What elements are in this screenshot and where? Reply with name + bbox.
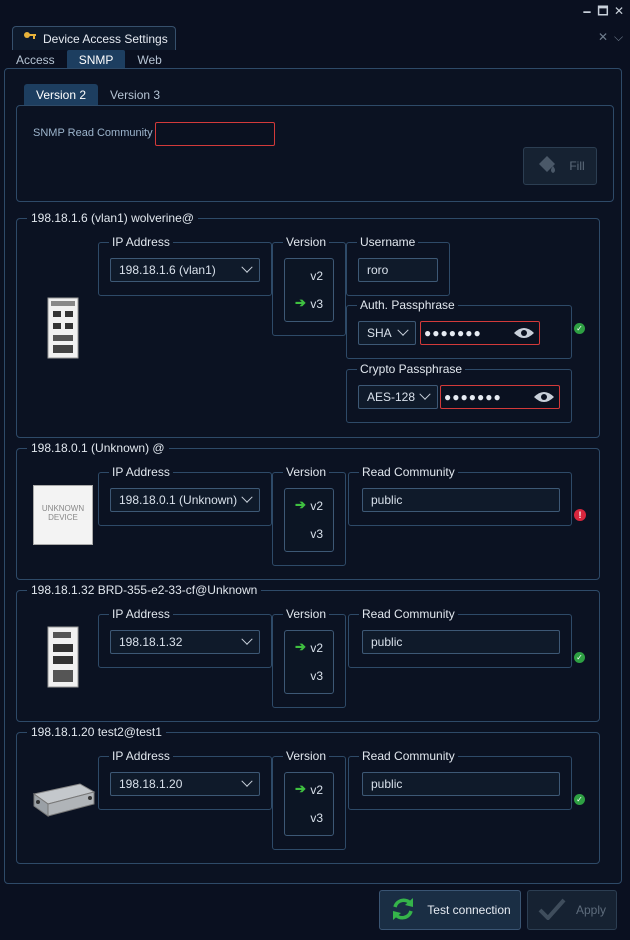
auth-algo-select[interactable]: SHA (358, 321, 416, 345)
ip-address-label: IP Address (109, 607, 173, 621)
version-label: Version (283, 465, 330, 479)
tab-snmp[interactable]: SNMP (66, 50, 126, 70)
version-selector[interactable]: ➔ v2 v3 (284, 630, 334, 694)
version-selector[interactable]: ➔ v2 v3 (284, 488, 334, 552)
document-tab[interactable]: Device Access Settings (12, 26, 176, 50)
version-label: Version (283, 235, 330, 249)
minimize-button[interactable]: 🗕 (580, 4, 594, 18)
read-community-input[interactable]: public (362, 630, 560, 654)
read-community-label: Read Community (359, 465, 458, 479)
ip-address-value: 198.18.0.1 (Unknown) (119, 493, 238, 507)
apply-label: Apply (575, 903, 607, 917)
fill-label: Fill (569, 159, 585, 173)
read-community-input[interactable]: public (362, 488, 560, 512)
crypto-algo-value: AES-128 (367, 390, 416, 404)
version-option-v3[interactable]: v3 (310, 527, 323, 541)
status-ok-icon: ✓ (574, 794, 585, 805)
tab-version-2[interactable]: Version 2 (24, 84, 99, 106)
device-image (47, 626, 79, 691)
snmp-read-community-input[interactable] (155, 122, 275, 146)
read-community-label: Read Community (359, 607, 458, 621)
username-label: Username (357, 235, 419, 249)
ip-address-select[interactable]: 198.18.1.6 (vlan1) (110, 258, 260, 282)
read-community-input[interactable]: public (362, 772, 560, 796)
chevron-down-icon (419, 388, 431, 400)
pane-collapse-icon[interactable]: ⌵ (614, 30, 623, 45)
device-title: 198.18.0.1 (Unknown) @ (27, 441, 169, 455)
version-label: Version (283, 749, 330, 763)
maximize-button[interactable]: 🗖 (596, 4, 610, 18)
version-label: Version (283, 607, 330, 621)
selected-arrow-icon: ➔ (295, 781, 306, 796)
auth-algo-value: SHA (367, 326, 392, 340)
version-selector[interactable]: v2 ➔ v3 (284, 258, 334, 322)
version-option-v3[interactable]: v3 (310, 811, 323, 825)
ip-address-value: 198.18.1.32 (119, 635, 183, 649)
refresh-icon (389, 895, 417, 926)
settings-tabs: Access SNMP Web (4, 50, 174, 70)
tab-web[interactable]: Web (125, 50, 173, 70)
chevron-down-icon (241, 261, 253, 273)
document-tab-title: Device Access Settings (43, 31, 168, 46)
status-ok-icon: ✓ (574, 323, 585, 334)
close-window-button[interactable]: ✕ (612, 4, 626, 18)
ip-address-select[interactable]: 198.18.1.32 (110, 630, 260, 654)
version-selector[interactable]: ➔ v2 v3 (284, 772, 334, 836)
device-title: 198.18.1.20 test2@test1 (27, 725, 166, 739)
status-error-icon: ! (574, 509, 586, 521)
key-icon (23, 30, 37, 47)
username-input[interactable]: roro (358, 258, 438, 282)
apply-button[interactable]: Apply (527, 890, 617, 930)
read-community-label: Read Community (359, 749, 458, 763)
unknown-device-text-2: DEVICE (48, 513, 78, 522)
version-tabs: Version 2 Version 3 (24, 84, 172, 106)
unknown-device-text-1: UNKNOWN (41, 504, 85, 513)
chevron-down-icon (241, 491, 253, 503)
status-ok-icon: ✓ (574, 652, 585, 663)
version-option-v2[interactable]: v2 (310, 641, 323, 655)
ip-address-value: 198.18.1.20 (119, 777, 183, 791)
show-password-icon[interactable] (513, 326, 535, 343)
selected-arrow-icon: ➔ (295, 639, 306, 654)
chevron-down-icon (241, 633, 253, 645)
test-connection-button[interactable]: Test connection (379, 890, 521, 930)
fill-bucket-icon (535, 154, 561, 179)
ip-address-label: IP Address (109, 235, 173, 249)
version-option-v3[interactable]: v3 (310, 669, 323, 683)
chevron-down-icon (241, 775, 253, 787)
ip-address-value: 198.18.1.6 (vlan1) (119, 263, 216, 277)
version-option-v2[interactable]: v2 (310, 783, 323, 797)
selected-arrow-icon: ➔ (295, 295, 306, 310)
test-connection-label: Test connection (427, 903, 511, 917)
chevron-down-icon (397, 324, 409, 336)
ip-address-label: IP Address (109, 749, 173, 763)
device-title: 198.18.1.32 BRD-355-e2-33-cf@Unknown (27, 583, 262, 597)
show-password-icon[interactable] (533, 390, 555, 407)
tab-version-3[interactable]: Version 3 (98, 84, 172, 106)
fill-button[interactable]: Fill (523, 147, 597, 185)
pane-close-icon[interactable]: ✕ (598, 30, 608, 44)
auth-passphrase-label: Auth. Passphrase (357, 298, 458, 312)
auth-passphrase-masked: ●●●●●●● (424, 326, 482, 340)
ip-address-select[interactable]: 198.18.0.1 (Unknown) (110, 488, 260, 512)
snmp-read-community-label: SNMP Read Community (33, 127, 153, 139)
ip-address-select[interactable]: 198.18.1.20 (110, 772, 260, 796)
version-option-v3[interactable]: v3 (310, 297, 323, 311)
checkmark-icon (538, 898, 566, 923)
ip-address-label: IP Address (109, 465, 173, 479)
crypto-algo-select[interactable]: AES-128 (358, 385, 438, 409)
tab-access[interactable]: Access (4, 50, 67, 70)
crypto-passphrase-masked: ●●●●●●● (444, 390, 502, 404)
device-image (47, 297, 79, 362)
unknown-device-image: UNKNOWN DEVICE (33, 485, 93, 545)
version-option-v2[interactable]: v2 (310, 499, 323, 513)
device-title: 198.18.1.6 (vlan1) wolverine@ (27, 211, 198, 225)
selected-arrow-icon: ➔ (295, 497, 306, 512)
version-option-v2[interactable]: v2 (310, 269, 323, 283)
device-image (30, 782, 96, 821)
crypto-passphrase-label: Crypto Passphrase (357, 362, 466, 376)
